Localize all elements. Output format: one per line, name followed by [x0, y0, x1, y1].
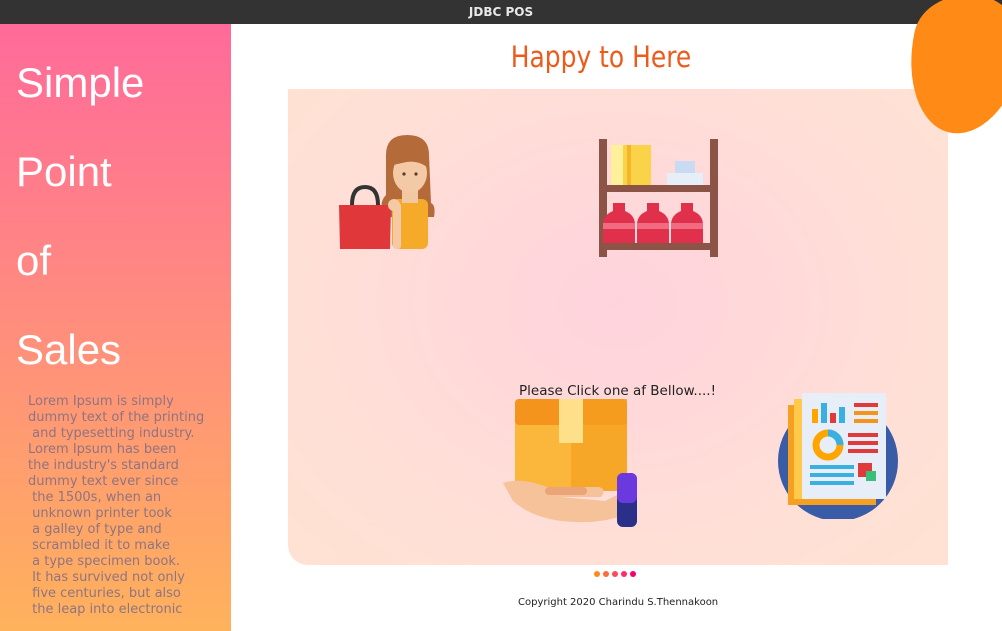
delivery-box-icon: [503, 399, 637, 527]
sidebar-title-line: Simple: [16, 59, 145, 106]
customer-shopping-icon: [339, 135, 435, 249]
sidebar-title-line: of: [16, 237, 52, 284]
page-title: Happy to Here: [510, 40, 692, 74]
sidebar-title-line: Sales: [16, 326, 122, 373]
store-shelf-icon: [599, 139, 718, 257]
report-card[interactable]: [776, 391, 900, 519]
delivery-card[interactable]: [501, 397, 641, 527]
sidebar-description: Lorem Ipsum is simply dummy text of the …: [28, 394, 205, 617]
copyright-text: Copyright 2020 Charindu S.Thennakoon: [518, 597, 719, 608]
page-indicator: [594, 571, 636, 577]
sidebar-title-line: Point: [16, 148, 112, 195]
sidebar: Simple Point of Sales Lorem Ipsum is sim…: [0, 24, 231, 631]
app-window: JDBC POS Simple Point of Sales Lorem Ips…: [0, 0, 1002, 631]
report-chart-icon: [778, 393, 898, 519]
page-dot[interactable]: [621, 571, 627, 577]
title-bar: JDBC POS: [0, 0, 1002, 24]
customer-card[interactable]: [338, 133, 453, 251]
store-card[interactable]: [599, 139, 719, 257]
menu-panel: Please Click one af Bellow....!: [288, 89, 948, 565]
page-dot[interactable]: [630, 571, 636, 577]
page-dot[interactable]: [594, 571, 600, 577]
page-dot[interactable]: [612, 571, 618, 577]
page-dot[interactable]: [603, 571, 609, 577]
main-content: Happy to Here Please Click one af Bellow…: [231, 0, 1002, 631]
window-title: JDBC POS: [468, 5, 534, 19]
